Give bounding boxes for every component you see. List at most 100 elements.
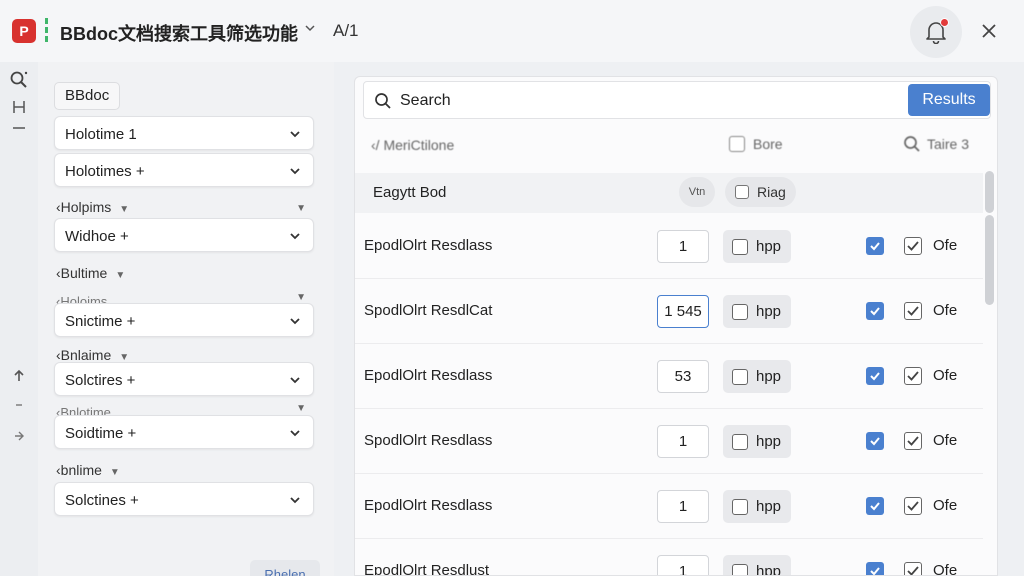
checked-checkbox[interactable] <box>904 302 922 320</box>
checkbox[interactable] <box>732 499 748 515</box>
quantity-field[interactable]: 53 <box>657 360 709 393</box>
quantity-field[interactable]: 1 <box>657 490 709 523</box>
filter-group-label: ‹bnlime <box>56 462 102 478</box>
row-label: Ofe <box>933 367 958 384</box>
select-all-toggle[interactable]: Bore <box>729 136 783 152</box>
triangle-down-icon: ▼ <box>296 294 306 303</box>
sidebar-tag[interactable]: BBdoc <box>54 82 121 110</box>
row-name: EpodlOlrt Resdlass <box>364 497 493 514</box>
checkbox[interactable] <box>732 369 748 385</box>
row-name: EpodlOlrt Resdlass <box>364 367 493 384</box>
filter-group-header[interactable]: ‹bnlime ▼ <box>56 462 120 478</box>
chevron-down-icon <box>290 318 300 325</box>
filter-select-label: Snictime + <box>65 313 136 330</box>
filter-select[interactable]: Solctires + <box>54 362 314 396</box>
table-row[interactable]: SpodlOlrt Resdlass 1 hpp Ofe <box>355 409 983 474</box>
checked-checkbox[interactable] <box>904 562 922 575</box>
selected-checkbox[interactable] <box>866 302 884 320</box>
scrollbar-thumb[interactable] <box>985 171 994 213</box>
selected-checkbox[interactable] <box>866 497 884 515</box>
scrollbar[interactable] <box>985 171 995 311</box>
check-icon <box>907 306 919 316</box>
tools-button[interactable]: Taire 3 <box>903 135 969 153</box>
checkbox[interactable] <box>732 304 748 320</box>
close-button[interactable] <box>978 20 1000 42</box>
check-icon <box>907 371 919 381</box>
triangle-down-icon: ▼ <box>115 270 126 281</box>
results-button[interactable]: Results <box>908 84 990 116</box>
checked-checkbox[interactable] <box>904 367 922 385</box>
filter-group-header[interactable]: ‹Bultime ▼ <box>56 265 125 281</box>
filter-select[interactable]: Widhoe + <box>54 218 314 252</box>
title-dropdown-chevron-icon[interactable] <box>304 22 316 37</box>
filter-select[interactable]: Soidtime + <box>54 415 314 449</box>
sidebar-bottom-button[interactable]: Rhelen <box>250 560 320 576</box>
check-icon <box>870 372 880 381</box>
row-label: Ofe <box>933 432 958 449</box>
checked-checkbox[interactable] <box>904 432 922 450</box>
column-header-flag[interactable]: Riag <box>725 177 796 207</box>
checked-checkbox[interactable] <box>904 237 922 255</box>
option-toggle[interactable]: hpp <box>723 425 791 458</box>
search-input[interactable] <box>400 89 900 113</box>
quantity-field[interactable]: 1 <box>657 555 709 575</box>
notification-badge <box>940 18 949 27</box>
row-name: EpodlOlrt Resdlass <box>364 237 493 254</box>
check-icon <box>870 437 880 446</box>
quantity-field[interactable]: 1 <box>657 425 709 458</box>
selected-checkbox[interactable] <box>866 237 884 255</box>
option-toggle[interactable]: hpp <box>723 230 791 263</box>
checkbox[interactable] <box>729 136 745 152</box>
filter-select-label: Holotimes + <box>65 163 145 180</box>
filter-select[interactable]: Holotimes + <box>54 153 314 187</box>
checkbox[interactable] <box>732 239 748 255</box>
filter-select[interactable]: Solctines + <box>54 482 314 516</box>
option-toggle[interactable]: hpp <box>723 295 791 328</box>
checkbox[interactable] <box>732 564 748 575</box>
filter-group-label: ‹Bultime <box>56 265 108 281</box>
checkbox[interactable] <box>735 185 749 199</box>
checked-checkbox[interactable] <box>904 497 922 515</box>
chevron-down-icon <box>290 168 300 175</box>
option-toggle[interactable]: hpp <box>723 555 791 575</box>
sort-up-icon[interactable] <box>8 368 30 390</box>
table-row[interactable]: EpodlOlrt Resdlass 53 hpp Ofe <box>355 344 983 409</box>
divider-dash-icon <box>8 394 30 416</box>
option-label: hpp <box>756 433 782 450</box>
select-all-label: Bore <box>753 136 783 152</box>
table-header: Eagytt Bod Vtn Riag <box>355 173 983 213</box>
search-tool-icon[interactable] <box>8 70 30 92</box>
table-row[interactable]: SpodlOlrt ResdlCat 1 545 hpp Ofe <box>355 279 983 344</box>
filter-select[interactable]: Snictime + <box>54 303 314 337</box>
search-icon <box>375 93 391 109</box>
filter-group-ghost: ▼ <box>56 202 306 214</box>
table-row[interactable]: EpodlOlrt Resdlass 1 hpp Ofe <box>355 214 983 279</box>
triangle-down-icon: ▼ <box>296 405 306 414</box>
table-row[interactable]: EpodlOlrt Resdlust 1 hpp Ofe <box>355 539 983 575</box>
selected-checkbox[interactable] <box>866 432 884 450</box>
option-label: hpp <box>756 238 782 255</box>
quantity-field[interactable]: 1 545 <box>657 295 709 328</box>
filter-select-label: Solctires + <box>65 372 136 389</box>
column-header-pill[interactable]: Vtn <box>679 177 715 207</box>
filter-group-header[interactable]: ‹Bnlaime ▼ <box>56 347 129 363</box>
scrollbar-thumb[interactable] <box>985 215 994 305</box>
option-toggle[interactable]: hpp <box>723 490 791 523</box>
triangle-down-icon: ▼ <box>109 467 120 478</box>
option-toggle[interactable]: hpp <box>723 360 791 393</box>
back-link[interactable]: ‹/ MeriCtilone <box>371 137 454 153</box>
selected-checkbox[interactable] <box>866 562 884 575</box>
checkbox[interactable] <box>732 434 748 450</box>
check-icon <box>907 566 919 575</box>
app-title: BBdoc文档搜索工具筛选功能 <box>60 24 298 44</box>
expand-tool-icon[interactable] <box>8 98 30 129</box>
notifications-button[interactable] <box>910 6 962 58</box>
forward-icon[interactable] <box>8 428 30 450</box>
quantity-field[interactable]: 1 <box>657 230 709 263</box>
chevron-down-icon <box>290 233 300 240</box>
table-row[interactable]: EpodlOlrt Resdlass 1 hpp Ofe <box>355 474 983 539</box>
selected-checkbox[interactable] <box>866 367 884 385</box>
version-label[interactable]: A/1 <box>333 21 359 41</box>
column-header-name[interactable]: Eagytt Bod <box>373 184 446 201</box>
filter-select[interactable]: Holotime 1 <box>54 116 314 150</box>
